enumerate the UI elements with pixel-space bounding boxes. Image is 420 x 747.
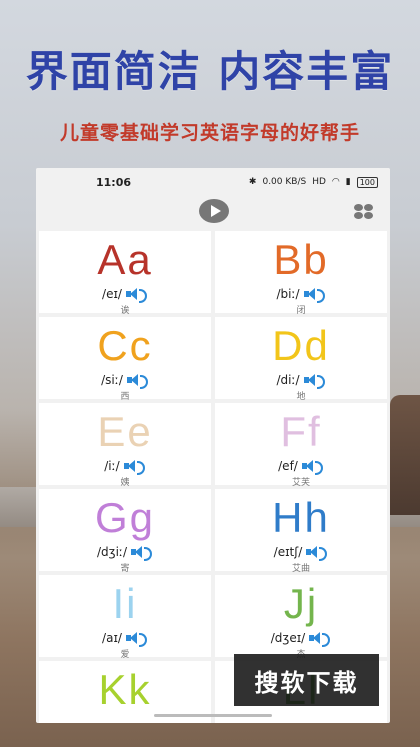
letter-glyph: Aa — [97, 236, 153, 283]
phonetic-text: /biː/ — [276, 287, 300, 301]
letter-glyph: Ff — [280, 408, 322, 455]
speaker-icon[interactable] — [125, 631, 148, 647]
chinese-pronunciation: 地 — [296, 392, 306, 402]
phone-screen: 11:06 ✱ 0.00 KB/S HD ◠ ▮ 100 Aa/eɪ/诶 Bb/b… — [36, 168, 390, 723]
letter-glyph: Gg — [94, 494, 156, 541]
chinese-pronunciation: 艾芙 — [291, 478, 310, 488]
phonetic-text: /iː/ — [104, 459, 120, 473]
battery-icon: 100 — [356, 176, 378, 188]
speaker-icon[interactable] — [126, 373, 149, 389]
speaker-icon[interactable] — [303, 373, 326, 389]
phonetic-text: /siː/ — [101, 373, 123, 387]
speaker-icon[interactable] — [306, 545, 328, 561]
chinese-pronunciation: 姨 — [120, 478, 130, 488]
phonetic-row: /aɪ/ — [39, 631, 211, 647]
phonetic-row: /diː/ — [215, 373, 387, 389]
letter-glyph: Bb — [273, 236, 329, 283]
speaker-icon[interactable] — [303, 287, 326, 303]
letter-card[interactable]: Ii/aɪ/爱 — [39, 575, 211, 660]
chinese-pronunciation: 艾曲 — [291, 564, 310, 574]
home-indicator[interactable] — [154, 714, 272, 717]
phonetic-row: /eɪ/ — [39, 287, 211, 303]
letter-glyph: Ii — [112, 580, 138, 627]
phonetic-row: /dʒiː/ — [39, 545, 211, 561]
background-rock — [390, 395, 420, 515]
letter-card[interactable]: Dd/diː/地 — [215, 317, 387, 402]
phonetic-text: /diː/ — [276, 373, 300, 387]
chinese-pronunciation: 寄 — [120, 564, 130, 574]
watermark: 搜软下载 — [234, 654, 379, 706]
clover-menu-icon[interactable] — [354, 204, 374, 220]
phonetic-row: /ef/ — [215, 459, 387, 475]
phonetic-text: /ef/ — [278, 459, 298, 473]
chinese-pronunciation: 西 — [120, 392, 130, 402]
signal-icon: ▮ — [345, 177, 351, 187]
letter-card[interactable]: Ff/ef/艾芙 — [215, 403, 387, 488]
network-speed: 0.00 KB/S — [262, 177, 307, 187]
status-icons: ✱ 0.00 KB/S HD ◠ ▮ 100 — [248, 176, 378, 188]
letter-glyph: Hh — [272, 494, 330, 541]
phonetic-text: /dʒeɪ/ — [270, 631, 306, 645]
chinese-pronunciation: 诶 — [120, 306, 130, 316]
letter-card[interactable]: Cc/siː/西 — [39, 317, 211, 402]
hd-badge: HD — [312, 177, 326, 187]
letter-card[interactable]: Hh/eɪtʃ/艾曲 — [215, 489, 387, 574]
play-icon[interactable] — [199, 199, 229, 223]
phonetic-text: /eɪtʃ/ — [273, 545, 303, 559]
letter-glyph: Cc — [97, 322, 153, 369]
letter-glyph: Jj — [283, 580, 319, 627]
letter-card[interactable]: Aa/eɪ/诶 — [39, 231, 211, 316]
phonetic-text: /aɪ/ — [102, 631, 122, 645]
letter-grid: Aa/eɪ/诶 Bb/biː/闭 Cc/siː/西 Dd/diː/地 Ee/iː/姨 Ff… — [36, 231, 390, 723]
letter-card[interactable]: Gg/dʒiː/寄 — [39, 489, 211, 574]
letter-glyph: Kk — [98, 666, 152, 713]
phonetic-row: /biː/ — [215, 287, 387, 303]
letter-card[interactable]: Bb/biː/闭 — [215, 231, 387, 316]
speaker-icon[interactable] — [301, 459, 324, 475]
letter-card[interactable]: Jj/dʒeɪ/杰 — [215, 575, 387, 660]
bluetooth-icon: ✱ — [248, 177, 257, 187]
chinese-pronunciation: 爱 — [120, 650, 130, 660]
speaker-icon[interactable] — [131, 545, 153, 561]
phonetic-row: /iː/ — [39, 459, 211, 475]
phonetic-text: /dʒiː/ — [96, 545, 127, 559]
toolbar — [36, 196, 390, 228]
phonetic-text: /eɪ/ — [102, 287, 122, 301]
letter-glyph: Dd — [272, 322, 330, 369]
phonetic-row: /dʒeɪ/ — [215, 631, 387, 647]
speaker-icon[interactable] — [123, 459, 146, 475]
phonetic-row: /eɪtʃ/ — [215, 545, 387, 561]
letter-card[interactable]: Ee/iː/姨 — [39, 403, 211, 488]
phonetic-row: /siː/ — [39, 373, 211, 389]
promo-subline: 儿童零基础学习英语字母的好帮手 — [59, 122, 360, 144]
letter-glyph: Ee — [97, 408, 153, 455]
status-bar: 11:06 ✱ 0.00 KB/S HD ◠ ▮ 100 — [36, 168, 390, 196]
status-time: 11:06 — [96, 175, 132, 189]
speaker-icon[interactable] — [309, 631, 331, 647]
speaker-icon[interactable] — [125, 287, 148, 303]
chinese-pronunciation: 闭 — [296, 306, 306, 316]
wifi-icon: ◠ — [331, 177, 340, 187]
promo-headline: 界面简洁 内容丰富 — [25, 47, 395, 96]
